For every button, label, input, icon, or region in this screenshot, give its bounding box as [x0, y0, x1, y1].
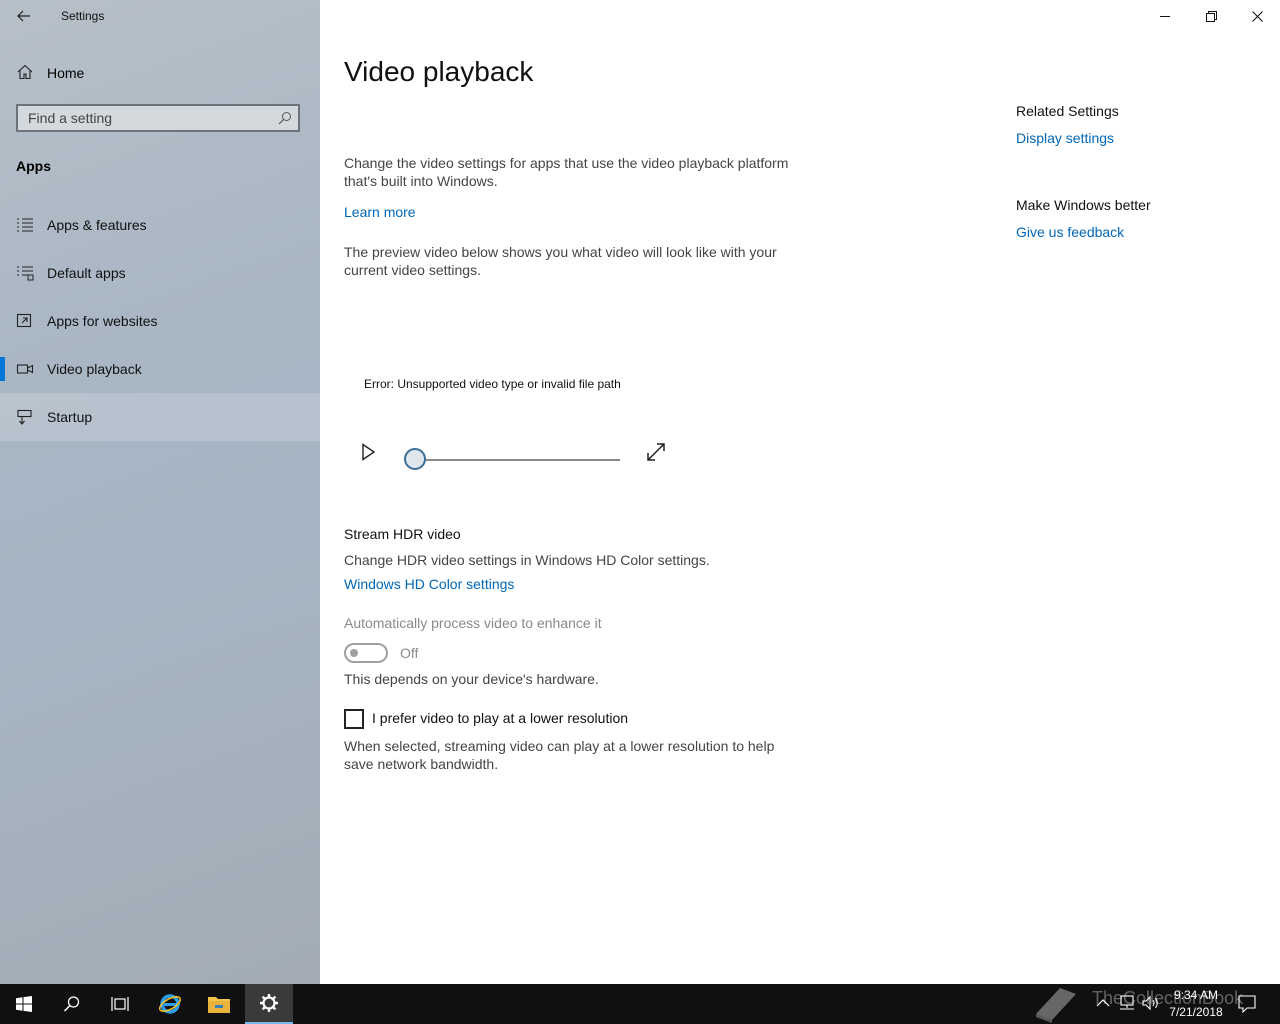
preview-description: The preview video below shows you what v…	[344, 244, 777, 278]
taskbar: TheCollectionBook 9:34 AM 7/21/2018	[0, 984, 1280, 1024]
action-center-icon[interactable]	[1238, 995, 1256, 1013]
back-arrow-icon	[17, 10, 30, 22]
sidebar-item-label: Startup	[47, 409, 93, 425]
restore-icon	[1205, 10, 1217, 22]
sidebar-item-home[interactable]: Home	[0, 52, 320, 92]
folder-icon	[208, 997, 230, 1013]
learn-more-link[interactable]: Learn more	[344, 204, 416, 220]
close-button[interactable]	[1234, 0, 1280, 32]
back-button[interactable]	[10, 4, 38, 28]
start-button[interactable]	[0, 984, 48, 1024]
sidebar-item-label: Apps for websites	[47, 313, 158, 329]
sidebar-item-label: Home	[47, 65, 85, 81]
search-box[interactable]	[16, 104, 300, 132]
edge-browser-button[interactable]	[146, 984, 194, 1024]
settings-taskbar-button[interactable]	[245, 984, 293, 1024]
auto-process-label: Automatically process video to enhance i…	[344, 615, 602, 631]
task-view-icon	[111, 997, 129, 1011]
minimize-icon	[1160, 16, 1170, 17]
seek-track[interactable]	[416, 459, 620, 461]
clock-time: 9:34 AM	[1173, 988, 1219, 1002]
gear-icon	[260, 994, 278, 1012]
search-input[interactable]	[18, 106, 278, 130]
video-error-message: Error: Unsupported video type or invalid…	[364, 377, 621, 391]
hardware-note: This depends on your device's hardware.	[344, 671, 599, 687]
intro-text: Change the video settings for apps that …	[344, 155, 789, 189]
book-watermark-icon	[1036, 988, 1076, 1023]
lower-resolution-checkbox[interactable]	[344, 709, 364, 729]
internet-explorer-icon	[158, 994, 182, 1014]
hdr-description: Change HDR video settings in Windows HD …	[344, 552, 710, 568]
title-bar-left: Settings	[0, 0, 320, 32]
chevron-up-icon[interactable]	[1096, 997, 1110, 1009]
default-apps-icon	[17, 266, 34, 281]
make-windows-better-heading: Make Windows better	[1016, 197, 1151, 213]
home-icon	[17, 64, 33, 80]
video-camera-icon	[16, 364, 34, 374]
sidebar: Settings Home Apps Apps & features Defau…	[0, 0, 320, 984]
sidebar-item-default-apps[interactable]: Default apps	[0, 249, 320, 297]
close-icon	[1251, 10, 1263, 22]
file-explorer-button[interactable]	[195, 984, 243, 1024]
page-title: Video playback	[344, 56, 534, 87]
section-title: Apps	[16, 158, 51, 174]
toggle-state-label: Off	[400, 645, 419, 661]
sidebar-item-startup[interactable]: Startup	[0, 393, 320, 441]
sidebar-item-video-playback[interactable]: Video playback	[0, 345, 320, 393]
lower-resolution-label[interactable]: I prefer video to play at a lower resolu…	[372, 710, 628, 726]
sidebar-item-label: Apps & features	[47, 217, 147, 233]
volume-icon[interactable]	[1142, 995, 1160, 1011]
play-icon[interactable]	[356, 440, 380, 464]
toggle-knob	[350, 649, 358, 657]
app-title: Settings	[61, 9, 105, 23]
fullscreen-icon[interactable]	[644, 440, 668, 464]
startup-icon	[17, 409, 32, 425]
hdr-heading: Stream HDR video	[344, 526, 461, 542]
list-icon	[17, 218, 33, 232]
sidebar-item-apps-for-websites[interactable]: Apps for websites	[0, 297, 320, 345]
minimize-button[interactable]	[1142, 0, 1188, 32]
windows-logo-icon	[16, 996, 32, 1012]
search-icon	[63, 996, 80, 1012]
system-clock[interactable]: 9:34 AM 7/21/2018	[1164, 987, 1228, 1021]
give-feedback-link[interactable]: Give us feedback	[1016, 224, 1124, 240]
auto-process-toggle[interactable]	[344, 643, 388, 663]
task-view-button[interactable]	[96, 984, 144, 1024]
search-icon[interactable]	[278, 111, 292, 125]
open-external-icon	[16, 313, 32, 328]
network-icon[interactable]	[1118, 995, 1136, 1011]
clock-date: 7/21/2018	[1169, 1005, 1223, 1019]
restore-button[interactable]	[1188, 0, 1234, 32]
display-settings-link[interactable]: Display settings	[1016, 130, 1114, 146]
sidebar-item-apps-features[interactable]: Apps & features	[0, 201, 320, 249]
related-settings-heading: Related Settings	[1016, 103, 1119, 119]
seek-slider-thumb[interactable]	[404, 448, 426, 470]
sidebar-item-label: Video playback	[47, 361, 142, 377]
taskbar-search-button[interactable]	[48, 984, 96, 1024]
main-content: Video playback Change the video settings…	[320, 0, 1280, 984]
lower-resolution-description: When selected, streaming video can play …	[344, 738, 775, 772]
selection-indicator	[0, 357, 5, 381]
hd-color-settings-link[interactable]: Windows HD Color settings	[344, 576, 514, 592]
sidebar-item-label: Default apps	[47, 265, 126, 281]
